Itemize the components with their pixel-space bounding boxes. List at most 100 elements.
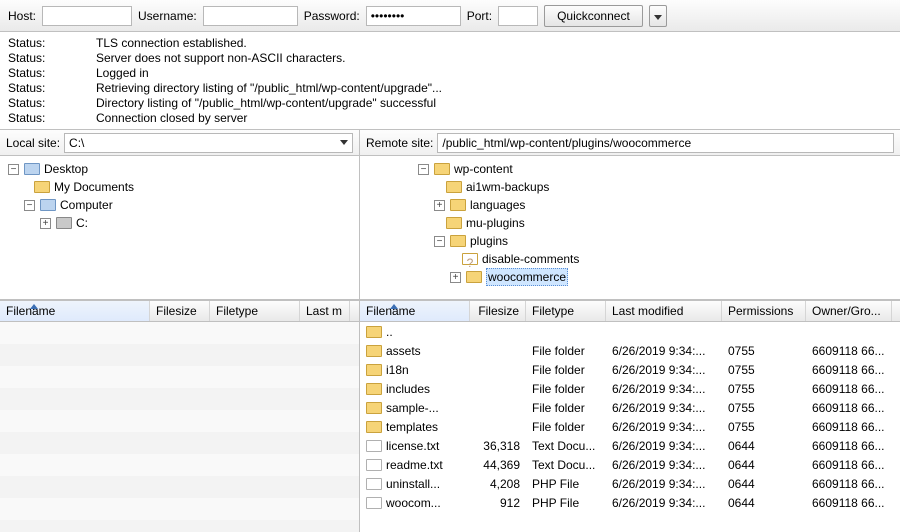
log-message: TLS connection established. <box>96 36 247 51</box>
file-owner: 6609118 66... <box>806 401 892 415</box>
tree-item-docs[interactable]: My Documents <box>54 178 134 196</box>
file-owner: 6609118 66... <box>806 477 892 491</box>
remote-tree[interactable]: − wp-content ai1wm-backups + languages mu-… <box>360 156 900 299</box>
sort-asc-icon <box>30 304 38 309</box>
local-tree[interactable]: − Desktop My Documents − Computer + C: <box>0 156 359 299</box>
col-lastmod[interactable]: Last modified <box>606 301 722 321</box>
expand-icon[interactable]: + <box>434 200 445 211</box>
port-input[interactable] <box>498 6 538 26</box>
file-row[interactable]: assetsFile folder6/26/2019 9:34:...07556… <box>360 341 900 360</box>
remote-file-list[interactable]: .. assetsFile folder6/26/2019 9:34:...075… <box>360 322 900 532</box>
log-label: Status: <box>8 81 56 96</box>
file-row[interactable]: i18nFile folder6/26/2019 9:34:...0755660… <box>360 360 900 379</box>
folder-icon <box>446 181 462 193</box>
file-name: license.txt <box>386 439 439 453</box>
remote-path-input[interactable] <box>437 133 894 153</box>
quickconnect-dropdown-button[interactable] <box>649 5 667 27</box>
file-name: .. <box>386 325 393 339</box>
log-message: Directory listing of "/public_html/wp-co… <box>96 96 436 111</box>
local-site-label: Local site: <box>6 136 60 150</box>
tree-item-desktop[interactable]: Desktop <box>44 160 88 178</box>
file-type: File folder <box>526 401 606 415</box>
tree-item-wpcontent[interactable]: wp-content <box>454 160 513 178</box>
log-row: Status:Retrieving directory listing of "… <box>8 81 892 96</box>
file-row[interactable]: sample-...File folder6/26/2019 9:34:...0… <box>360 398 900 417</box>
file-size: 4,208 <box>470 477 526 491</box>
file-owner: 6609118 66... <box>806 496 892 510</box>
log-row: Status:Server does not support non-ASCII… <box>8 51 892 66</box>
col-filename[interactable]: Filename <box>360 301 470 321</box>
file-name: woocom... <box>386 496 441 510</box>
host-input[interactable] <box>42 6 132 26</box>
file-type: File folder <box>526 344 606 358</box>
file-name: i18n <box>386 363 409 377</box>
quickconnect-button[interactable]: Quickconnect <box>544 5 643 27</box>
username-input[interactable] <box>203 6 298 26</box>
remote-file-pane: Filename Filesize Filetype Last modified… <box>360 300 900 532</box>
expand-icon[interactable]: + <box>40 218 51 229</box>
file-modified: 6/26/2019 9:34:... <box>606 496 722 510</box>
file-owner: 6609118 66... <box>806 382 892 396</box>
file-type: File folder <box>526 382 606 396</box>
file-modified: 6/26/2019 9:34:... <box>606 382 722 396</box>
local-path-combobox[interactable]: C:\ <box>64 133 353 153</box>
file-row[interactable]: uninstall...4,208PHP File6/26/2019 9:34:… <box>360 474 900 493</box>
col-filetype[interactable]: Filetype <box>526 301 606 321</box>
file-type: Text Docu... <box>526 439 606 453</box>
col-filesize[interactable]: Filesize <box>150 301 210 321</box>
col-filename[interactable]: Filename <box>0 301 150 321</box>
folder-icon <box>446 217 462 229</box>
collapse-icon[interactable]: − <box>418 164 429 175</box>
file-permissions: 0755 <box>722 382 806 396</box>
log-row: Status:Connection closed by server <box>8 111 892 126</box>
tree-item-disable[interactable]: disable-comments <box>482 250 579 268</box>
collapse-icon[interactable]: − <box>24 200 35 211</box>
col-permissions[interactable]: Permissions <box>722 301 806 321</box>
file-type: PHP File <box>526 496 606 510</box>
tree-item-languages[interactable]: languages <box>470 196 525 214</box>
log-message: Logged in <box>96 66 149 81</box>
tree-item-woocommerce[interactable]: woocommerce <box>486 268 568 286</box>
file-icon <box>366 497 382 509</box>
collapse-icon[interactable]: − <box>434 236 445 247</box>
file-row[interactable]: license.txt36,318Text Docu...6/26/2019 9… <box>360 436 900 455</box>
file-row[interactable]: templatesFile folder6/26/2019 9:34:...07… <box>360 417 900 436</box>
file-row-up[interactable]: .. <box>360 322 900 341</box>
log-row: Status:TLS connection established. <box>8 36 892 51</box>
col-filesize[interactable]: Filesize <box>470 301 526 321</box>
col-lastmod[interactable]: Last m <box>300 301 350 321</box>
file-permissions: 0755 <box>722 344 806 358</box>
remote-column-headers: Filename Filesize Filetype Last modified… <box>360 300 900 322</box>
file-row[interactable]: includesFile folder6/26/2019 9:34:...075… <box>360 379 900 398</box>
log-label: Status: <box>8 96 56 111</box>
folder-icon <box>466 271 482 283</box>
local-file-list[interactable] <box>0 322 359 532</box>
collapse-icon[interactable]: − <box>8 164 19 175</box>
password-input[interactable] <box>366 6 461 26</box>
file-permissions: 0644 <box>722 439 806 453</box>
drive-icon <box>56 217 72 229</box>
file-icon <box>366 478 382 490</box>
chevron-down-icon <box>654 15 662 20</box>
tree-item-c[interactable]: C: <box>76 214 88 232</box>
quickconnect-bar: Host: Username: Password: Port: Quickcon… <box>0 0 900 32</box>
col-filetype[interactable]: Filetype <box>210 301 300 321</box>
tree-item-computer[interactable]: Computer <box>60 196 113 214</box>
col-owner[interactable]: Owner/Gro... <box>806 301 892 321</box>
file-row[interactable]: woocom...912PHP File6/26/2019 9:34:...06… <box>360 493 900 512</box>
tree-item-plugins[interactable]: plugins <box>470 232 508 250</box>
host-label: Host: <box>8 9 36 23</box>
chevron-down-icon <box>340 140 348 145</box>
file-row[interactable]: readme.txt44,369Text Docu...6/26/2019 9:… <box>360 455 900 474</box>
expand-icon[interactable]: + <box>450 272 461 283</box>
folder-icon <box>366 402 382 414</box>
file-modified: 6/26/2019 9:34:... <box>606 401 722 415</box>
file-permissions: 0755 <box>722 363 806 377</box>
file-name: sample-... <box>386 401 439 415</box>
file-name: templates <box>386 420 438 434</box>
port-label: Port: <box>467 9 492 23</box>
tree-item-ai1wm[interactable]: ai1wm-backups <box>466 178 549 196</box>
sort-asc-icon <box>390 304 398 309</box>
computer-icon <box>40 199 56 211</box>
tree-item-mu[interactable]: mu-plugins <box>466 214 525 232</box>
